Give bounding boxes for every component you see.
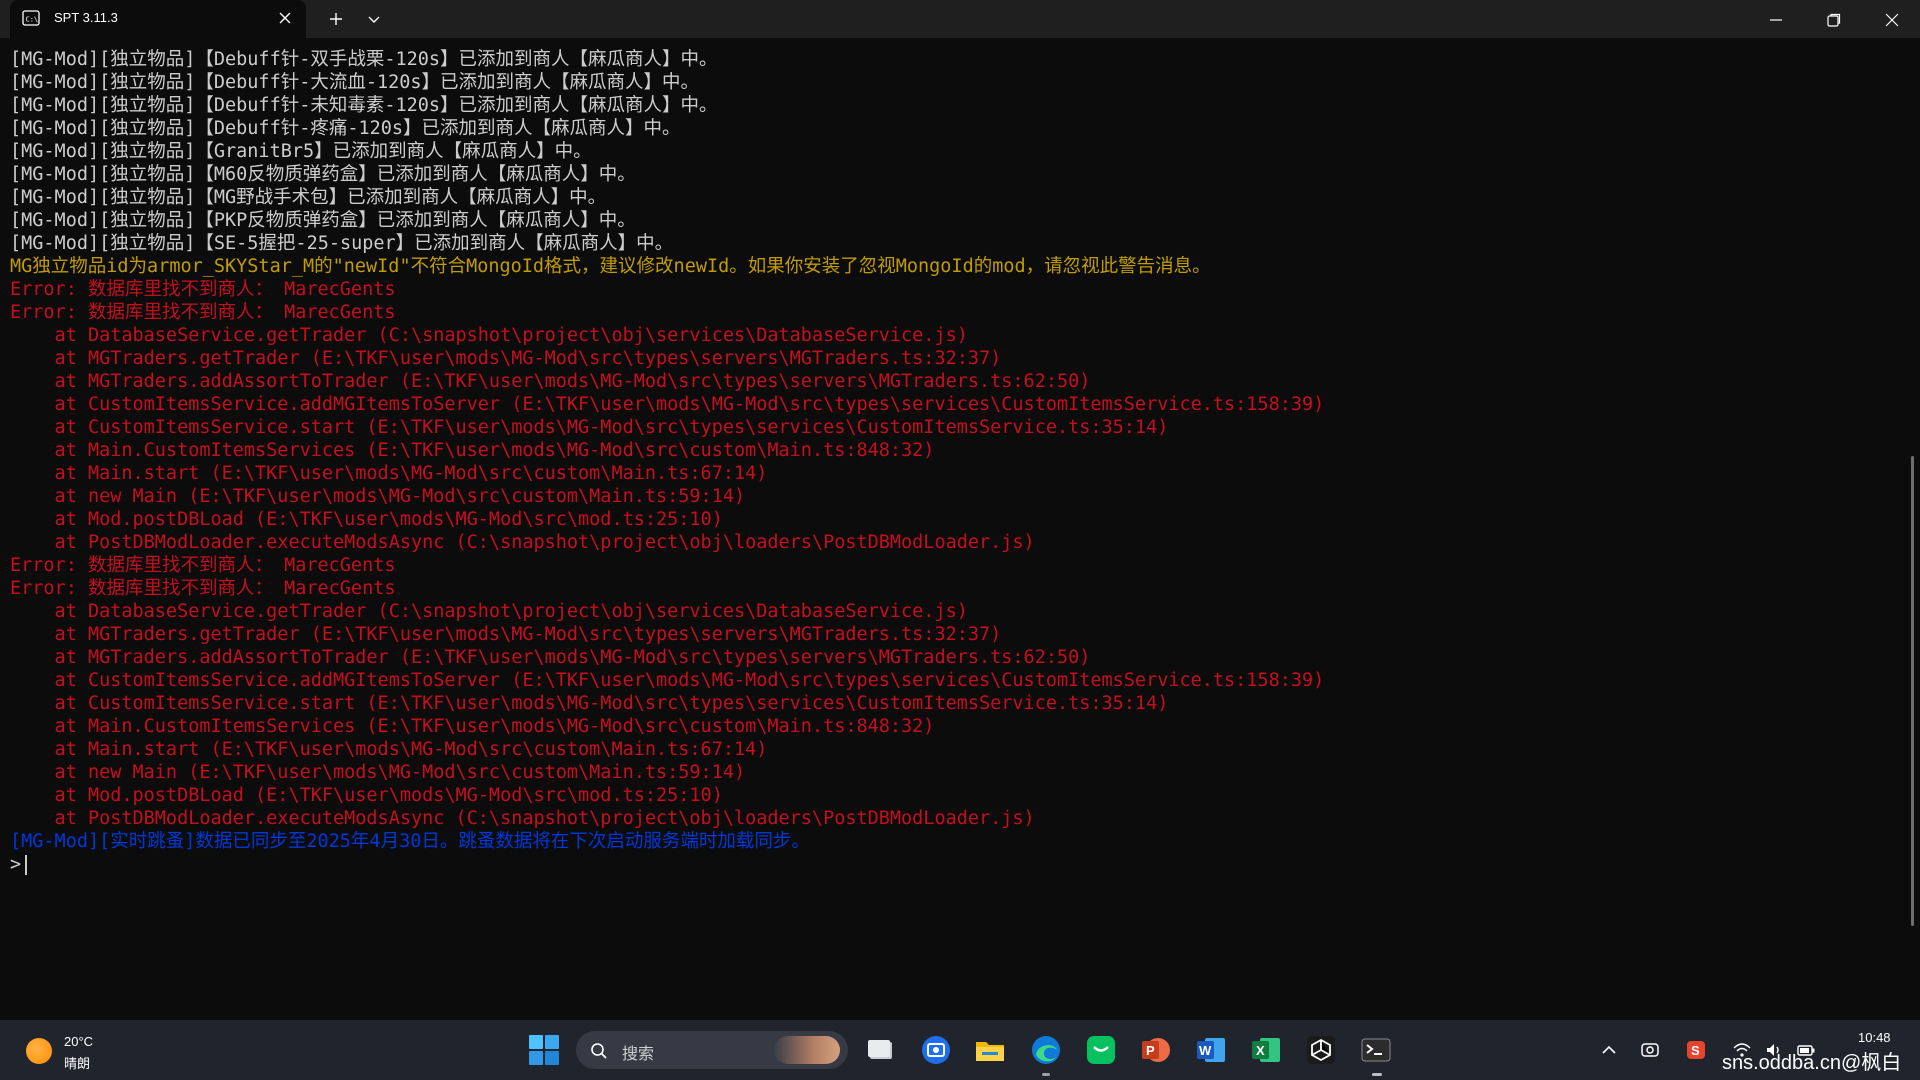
svg-text:X: X: [1256, 1043, 1265, 1058]
terminal-line: at DatabaseService.getTrader (C:\snapsho…: [10, 325, 968, 346]
terminal-line: at CustomItemsService.start (E:\TKF\user…: [10, 417, 1169, 438]
command-prompt[interactable]: >: [0, 853, 1906, 876]
close-icon: [1885, 13, 1899, 27]
terminal-line: at new Main (E:\TKF\user\mods\MG-Mod\src…: [10, 486, 746, 507]
terminal-line: at CustomItemsService.addMGItemsToServer…: [10, 394, 1325, 415]
terminal-line: [MG-Mod][独立物品]【PKP反物质弹药盒】已添加到商人【麻瓜商人】中。: [10, 210, 636, 231]
taskbar: 20°C 晴朗 搜索 P W X S 10:48 sns.oddba.cn@枫白: [0, 1020, 1920, 1080]
file-explorer-icon[interactable]: [972, 1032, 1008, 1068]
tray-app-icon[interactable]: [1640, 1040, 1660, 1060]
terminal-line: MG独立物品id为armor_SKYStar_M的"newId"不符合Mongo…: [10, 256, 1211, 277]
unity-icon[interactable]: [1303, 1032, 1339, 1068]
terminal-line: [MG-Mod][独立物品]【Debuff针-疼痛-120s】已添加到商人【麻瓜…: [10, 118, 681, 139]
weather-condition: 晴朗: [64, 1056, 91, 1071]
terminal-line: at CustomItemsService.addMGItemsToServer…: [10, 670, 1325, 691]
terminal-line: at MGTraders.getTrader (E:\TKF\user\mods…: [10, 624, 1002, 645]
terminal-line: at Main.start (E:\TKF\user\mods\MG-Mod\s…: [10, 463, 768, 484]
powerpoint-icon[interactable]: P: [1138, 1032, 1174, 1068]
terminal-line: [MG-Mod][独立物品]【MG野战手术包】已添加到商人【麻瓜商人】中。: [10, 187, 607, 208]
prompt-symbol: >: [10, 854, 22, 875]
terminal-line: at Mod.postDBLoad (E:\TKF\user\mods\MG-M…: [10, 509, 723, 530]
sun-icon: [26, 1038, 52, 1064]
chevron-up-icon[interactable]: [1599, 1040, 1619, 1060]
terminal-line: at MGTraders.addAssortToTrader (E:\TKF\u…: [10, 371, 1091, 392]
terminal-line: [MG-Mod][独立物品]【M60反物质弹药盒】已添加到商人【麻瓜商人】中。: [10, 164, 636, 185]
search-input[interactable]: 搜索: [576, 1031, 848, 1069]
terminal-line: at MGTraders.addAssortToTrader (E:\TKF\u…: [10, 647, 1091, 668]
terminal-icon: C:\: [22, 10, 40, 26]
search-placeholder: 搜索: [622, 1046, 655, 1063]
close-tab-icon[interactable]: [278, 11, 292, 25]
terminal-lines: [MG-Mod][独立物品]【Debuff针-双手战栗-120s】已添加到商人【…: [0, 38, 1906, 876]
terminal-line: [MG-Mod][独立物品]【Debuff针-未知毒素-120s】已添加到商人【…: [10, 95, 718, 116]
terminal-line: at new Main (E:\TKF\user\mods\MG-Mod\src…: [10, 762, 746, 783]
terminal-line: at PostDBModLoader.executeModsAsync (C:\…: [10, 808, 1035, 829]
terminal-line: [MG-Mod][独立物品]【SE-5握把-25-super】已添加到商人【麻瓜…: [10, 233, 674, 254]
windows-start-icon[interactable]: [528, 1034, 560, 1066]
terminal-line: [MG-Mod][实时跳蚤]数据已同步至2025年4月30日。跳蚤数据将在下次启…: [10, 831, 810, 852]
terminal-line: Error: 数据库里找不到商人： MarecGents: [10, 578, 396, 599]
new-tab-icon[interactable]: [328, 11, 344, 27]
terminal-line: [MG-Mod][独立物品]【GranitBr5】已添加到商人【麻瓜商人】中。: [10, 141, 592, 162]
minimize-button[interactable]: [1748, 0, 1804, 38]
task-view-icon[interactable]: [862, 1032, 898, 1068]
text-cursor: [25, 855, 28, 875]
scrollbar[interactable]: [1911, 456, 1914, 926]
title-bar: C:\ SPT 3.11.3: [0, 0, 1920, 38]
excel-icon[interactable]: X: [1248, 1032, 1284, 1068]
watermark: sns.oddba.cn@枫白: [1722, 1052, 1902, 1074]
terminal-app-icon[interactable]: [1358, 1032, 1394, 1068]
screen-capture-icon[interactable]: [918, 1032, 954, 1068]
svg-text:P: P: [1146, 1043, 1155, 1058]
chevron-down-icon[interactable]: [366, 11, 382, 27]
running-indicator: [1042, 1073, 1050, 1076]
svg-text:W: W: [1199, 1043, 1212, 1058]
restore-button[interactable]: [1806, 0, 1862, 38]
active-indicator: [1372, 1073, 1382, 1076]
terminal-line: at Main.CustomItemsServices (E:\TKF\user…: [10, 716, 935, 737]
svg-text:C:\: C:\: [26, 16, 39, 24]
terminal-line: at Main.CustomItemsServices (E:\TKF\user…: [10, 440, 935, 461]
terminal-line: at PostDBModLoader.executeModsAsync (C:\…: [10, 532, 1035, 553]
tab-spt[interactable]: C:\ SPT 3.11.3: [10, 0, 306, 38]
sogou-ime-icon[interactable]: S: [1686, 1040, 1706, 1060]
terminal-line: [MG-Mod][独立物品]【Debuff针-双手战栗-120s】已添加到商人【…: [10, 49, 718, 70]
word-icon[interactable]: W: [1193, 1032, 1229, 1068]
terminal-line: at CustomItemsService.start (E:\TKF\user…: [10, 693, 1169, 714]
search-icon: [591, 1043, 607, 1059]
terminal-line: Error: 数据库里找不到商人： MarecGents: [10, 302, 396, 323]
terminal-line: [MG-Mod][独立物品]【Debuff针-大流血-120s】已添加到商人【麻…: [10, 72, 700, 93]
terminal-line: at MGTraders.getTrader (E:\TKF\user\mods…: [10, 348, 1002, 369]
terminal-line: Error: 数据库里找不到商人： MarecGents: [10, 279, 396, 300]
wechat-icon[interactable]: [1083, 1032, 1119, 1068]
close-window-button[interactable]: [1864, 0, 1920, 38]
edge-browser-icon[interactable]: [1028, 1032, 1064, 1068]
terminal-output[interactable]: [MG-Mod][独立物品]【Debuff针-双手战栗-120s】已添加到商人【…: [0, 38, 1906, 1020]
terminal-line: at Mod.postDBLoad (E:\TKF\user\mods\MG-M…: [10, 785, 723, 806]
terminal-line: Error: 数据库里找不到商人： MarecGents: [10, 555, 396, 576]
clock-time[interactable]: 10:48: [1858, 1030, 1891, 1045]
search-highlight-image: [774, 1036, 840, 1064]
restore-icon: [1827, 13, 1841, 27]
tab-title: SPT 3.11.3: [54, 10, 118, 25]
weather-temp: 20°C: [64, 1034, 94, 1049]
terminal-line: at DatabaseService.getTrader (C:\snapsho…: [10, 601, 968, 622]
weather-widget[interactable]: 20°C 晴朗: [26, 1034, 136, 1071]
minimize-icon: [1770, 19, 1782, 21]
terminal-line: at Main.start (E:\TKF\user\mods\MG-Mod\s…: [10, 739, 768, 760]
svg-text:S: S: [1691, 1043, 1700, 1058]
